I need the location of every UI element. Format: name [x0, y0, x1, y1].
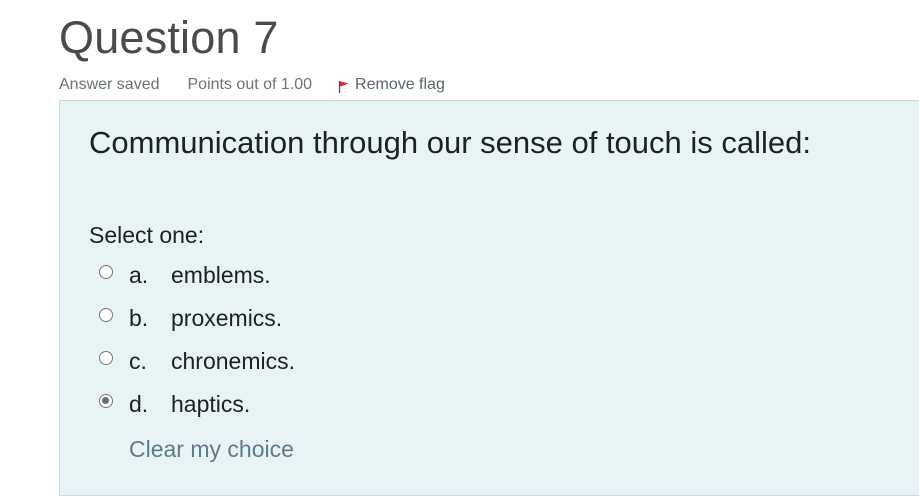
answer-radio-d[interactable] [99, 394, 113, 408]
answer-option-d[interactable]: d. haptics. [99, 386, 499, 422]
select-one-prompt: Select one: [89, 222, 205, 248]
answer-radio-a[interactable] [99, 265, 113, 279]
remove-flag-label: Remove flag [355, 76, 445, 93]
answer-radio-c[interactable] [99, 351, 113, 365]
answer-text: haptics. [171, 390, 251, 417]
answer-status: Answer saved [59, 76, 160, 93]
question-title: Question 7 [59, 12, 279, 63]
answer-letter: b. [129, 304, 149, 331]
remove-flag-link[interactable]: Remove flag [338, 76, 445, 94]
question-content-panel: Communication through our sense of touch… [59, 100, 919, 496]
clear-choice-link[interactable]: Clear my choice [129, 436, 294, 463]
question-text: Communication through our sense of touch… [89, 125, 812, 160]
answer-option-c[interactable]: c. chronemics. [99, 343, 499, 379]
answer-text: chronemics. [171, 347, 295, 374]
answer-text: proxemics. [171, 304, 283, 331]
answer-option-b[interactable]: b. proxemics. [99, 300, 499, 336]
question-points: Points out of 1.00 [187, 76, 313, 93]
answer-radio-b[interactable] [99, 308, 113, 322]
flag-icon [338, 81, 349, 93]
answer-letter: a. [129, 261, 149, 288]
answer-text: emblems. [171, 261, 271, 288]
question-info: Answer saved Points out of 1.00 Remove f… [59, 74, 445, 96]
quiz-page: Question 7 Answer saved Points out of 1.… [0, 0, 919, 501]
answer-letter: c. [129, 347, 147, 374]
answer-option-a[interactable]: a. emblems. [99, 257, 499, 293]
answer-letter: d. [129, 390, 149, 417]
